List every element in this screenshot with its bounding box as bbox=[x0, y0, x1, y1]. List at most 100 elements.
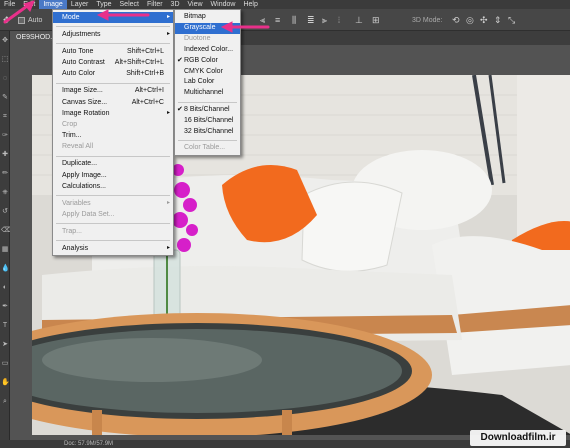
shape-tool-icon[interactable]: ▭ bbox=[1, 360, 9, 368]
lasso-tool-icon[interactable]: ◌ bbox=[1, 75, 9, 83]
menu-item-grayscale[interactable]: Grayscale bbox=[175, 22, 240, 34]
distribute-vertical-icon[interactable]: ≣ bbox=[307, 16, 315, 25]
submenu-arrow-icon: ▸ bbox=[166, 31, 170, 37]
menu-item-image-rotation[interactable]: Image Rotation ▸ bbox=[53, 108, 173, 119]
menu-item-apply-image[interactable]: Apply Image... bbox=[53, 170, 173, 181]
menu-item-rgb-color[interactable]: RGB Color ✔ bbox=[175, 56, 240, 67]
menu-item-label: Lab Color bbox=[184, 78, 215, 86]
pen-tool-icon[interactable]: ✒ bbox=[1, 303, 9, 311]
history-tool-icon[interactable]: ↺ bbox=[1, 208, 9, 216]
menu-filter[interactable]: Filter bbox=[143, 0, 167, 9]
menu-item-auto-tone[interactable]: Auto Tone Shift+Ctrl+L bbox=[53, 46, 173, 57]
menu-type[interactable]: Type bbox=[92, 0, 115, 9]
menu-window[interactable]: Window bbox=[207, 0, 240, 9]
dodge-tool-icon[interactable]: ◐ bbox=[1, 284, 9, 292]
menu-item-label: 8 Bits/Channel bbox=[184, 105, 230, 113]
menu-item-shortcut: Shift+Ctrl+B bbox=[126, 70, 164, 78]
menu-item-8-bits-channel[interactable]: 8 Bits/Channel ✔ bbox=[175, 105, 240, 116]
auto-align-icon[interactable]: ⊞ bbox=[372, 16, 380, 25]
menu-separator bbox=[56, 82, 170, 84]
menu-item-duplicate[interactable]: Duplicate... bbox=[53, 158, 173, 169]
menu-image[interactable]: Image bbox=[39, 0, 67, 9]
menu-item-label: Calculations... bbox=[62, 182, 106, 190]
hand-tool-icon[interactable]: ✋ bbox=[1, 379, 10, 387]
menu-separator bbox=[56, 240, 170, 242]
auto-select-checkbox[interactable] bbox=[18, 17, 25, 24]
menu-view[interactable]: View bbox=[184, 0, 207, 9]
menu-select[interactable]: Select bbox=[116, 0, 143, 9]
menu-separator bbox=[56, 155, 170, 157]
menu-item-auto-color[interactable]: Auto Color Shift+Ctrl+B bbox=[53, 68, 173, 79]
menu-item-16-bits-channel[interactable]: 16 Bits/Channel bbox=[175, 116, 240, 127]
menu-item-label: CMYK Color bbox=[184, 67, 223, 75]
menu-item-label: Mode bbox=[62, 14, 80, 21]
menu-item-cmyk-color[interactable]: CMYK Color bbox=[175, 67, 240, 78]
menu-item-multichannel[interactable]: Multichannel bbox=[175, 88, 240, 99]
3d-slide-icon[interactable]: ⇕ bbox=[494, 16, 502, 25]
menu-item-image-size[interactable]: Image Size... Alt+Ctrl+I bbox=[53, 85, 173, 96]
menu-item-label: Trap... bbox=[62, 228, 82, 235]
menu-separator bbox=[178, 101, 237, 103]
submenu-arrow-icon: ▸ bbox=[166, 245, 170, 251]
clone-tool-icon[interactable]: ⎈ bbox=[1, 189, 9, 197]
menu-item-mode[interactable]: Mode ▸ bbox=[53, 12, 173, 24]
path-select-tool-icon[interactable]: ➤ bbox=[1, 341, 9, 349]
menu-item-analysis[interactable]: Analysis ▸ bbox=[53, 243, 173, 254]
menu-item-label: Image Rotation bbox=[62, 109, 110, 117]
menu-separator bbox=[178, 140, 237, 142]
tools-panel: ✥ ⬚ ◌ ✎ ⌗ ✑ ✚ ✏ ⎈ ↺ ⌫ ▦ 💧 ◐ ✒ T ➤ ▭ ✋ ⌕ bbox=[0, 31, 11, 448]
menu-item-label: Adjustments bbox=[62, 31, 101, 38]
3d-rotate-icon[interactable]: ⟲ bbox=[452, 16, 460, 25]
menu-item-variables: Variables ▸ bbox=[53, 198, 173, 209]
align-icon[interactable]: ⫷ bbox=[260, 16, 265, 25]
menu-item-label: Canvas Size... bbox=[62, 98, 108, 106]
menu-item-label: Variables bbox=[62, 199, 91, 207]
blur-tool-icon[interactable]: 💧 bbox=[1, 265, 10, 273]
align-bottom-icon[interactable]: ⊥ bbox=[355, 16, 363, 25]
align-center-icon[interactable]: ⫼ bbox=[292, 16, 296, 25]
zoom-tool-icon[interactable]: ⌕ bbox=[1, 398, 9, 406]
align-right-icon[interactable]: ⫸ bbox=[322, 16, 327, 25]
menu-item-auto-contrast[interactable]: Auto Contrast Alt+Shift+Ctrl+L bbox=[53, 57, 173, 68]
menu-file[interactable]: File bbox=[0, 0, 19, 9]
3d-drag-icon[interactable]: ✣ bbox=[480, 16, 488, 25]
move-tool-icon[interactable]: ✥ bbox=[1, 37, 9, 45]
menu-item-lab-color[interactable]: Lab Color bbox=[175, 77, 240, 88]
type-tool-icon[interactable]: T bbox=[1, 322, 9, 330]
healing-tool-icon[interactable]: ✚ bbox=[1, 151, 9, 159]
3d-roll-icon[interactable]: ◎ bbox=[466, 16, 474, 25]
image-menu-dropdown: Mode ▸ Adjustments ▸ Auto Tone Shift+Ctrl+L Au… bbox=[52, 9, 174, 256]
distribute-icon[interactable]: ≡ bbox=[275, 16, 280, 25]
menu-item-shortcut: Alt+Shift+Ctrl+L bbox=[114, 59, 164, 67]
auto-select-label: Auto bbox=[28, 17, 43, 24]
crop-tool-icon[interactable]: ⌗ bbox=[1, 113, 9, 121]
menu-separator bbox=[56, 194, 170, 196]
menu-item-adjustments[interactable]: Adjustments ▸ bbox=[53, 29, 173, 40]
menu-item-label: Indexed Color... bbox=[184, 45, 234, 53]
submenu-arrow-icon: ▸ bbox=[166, 109, 170, 116]
menu-layer[interactable]: Layer bbox=[67, 0, 93, 9]
move-tool-icon[interactable]: ✥ bbox=[3, 16, 11, 25]
distribute-horizontal-icon[interactable]: ⦙ bbox=[338, 16, 340, 25]
menu-item-trim[interactable]: Trim... bbox=[53, 130, 173, 141]
menu-bar: File Edit Image Layer Type Select Filter 3D View… bbox=[0, 0, 570, 9]
gradient-tool-icon[interactable]: ▦ bbox=[1, 246, 9, 254]
menu-item-canvas-size[interactable]: Canvas Size... Alt+Ctrl+C bbox=[53, 97, 173, 108]
3d-mode-label: 3D Mode: bbox=[412, 17, 443, 24]
3d-scale-icon[interactable]: ⤡ bbox=[508, 16, 515, 25]
submenu-arrow-icon: ▸ bbox=[166, 199, 170, 206]
menu-item-indexed-color[interactable]: Indexed Color... bbox=[175, 45, 240, 56]
eraser-tool-icon[interactable]: ⌫ bbox=[1, 227, 11, 235]
menu-item-calculations[interactable]: Calculations... bbox=[53, 181, 173, 192]
menu-item-label: Trim... bbox=[62, 132, 82, 140]
brush-tool-icon[interactable]: ✏ bbox=[1, 170, 9, 178]
quick-select-tool-icon[interactable]: ✎ bbox=[1, 94, 9, 102]
menu-item-bitmap[interactable]: Bitmap bbox=[175, 12, 240, 23]
menu-item-32-bits-channel[interactable]: 32 Bits/Channel bbox=[175, 127, 240, 138]
menu-edit[interactable]: Edit bbox=[19, 0, 39, 9]
marquee-tool-icon[interactable]: ⬚ bbox=[1, 56, 9, 64]
menu-3d[interactable]: 3D bbox=[167, 0, 184, 9]
eyedropper-tool-icon[interactable]: ✑ bbox=[1, 132, 9, 140]
menu-help[interactable]: Help bbox=[239, 0, 261, 9]
menu-item-label: Apply Data Set... bbox=[62, 211, 115, 218]
